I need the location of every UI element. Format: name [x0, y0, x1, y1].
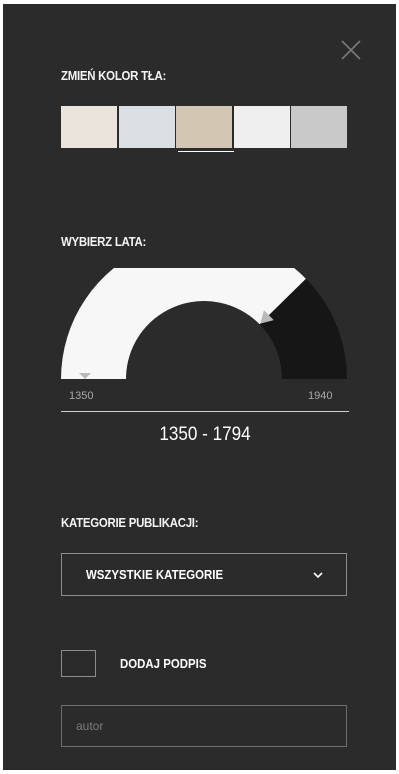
year-range-gauge[interactable]	[61, 268, 351, 388]
selected-years-value: 1350 - 1794	[159, 424, 251, 445]
swatch-3[interactable]	[176, 106, 234, 152]
swatch-1[interactable]	[61, 106, 117, 148]
author-input[interactable]	[61, 705, 347, 747]
category-select[interactable]: WSZYSTKIE KATEGORIE	[61, 553, 347, 596]
categories-label: KATEGORIE PUBLIKACJI:	[61, 515, 199, 530]
background-swatches	[61, 106, 348, 152]
signature-checkbox[interactable]	[61, 650, 96, 677]
swatch-2[interactable]	[118, 106, 175, 148]
range-min-label: 1350	[69, 390, 94, 402]
swatch-5[interactable]	[291, 106, 347, 148]
chevron-down-icon	[313, 572, 323, 579]
years-label: WYBIERZ LATA:	[61, 234, 147, 249]
range-max-label: 1940	[308, 390, 333, 402]
range-divider	[61, 411, 349, 412]
settings-panel: ZMIEŃ KOLOR TŁA: WYBIERZ LATA: 1350 1940…	[3, 4, 396, 770]
signature-checkbox-label: DODAJ PODPIS	[120, 656, 207, 671]
background-color-label: ZMIEŃ KOLOR TŁA:	[61, 68, 167, 83]
close-icon[interactable]	[339, 38, 363, 62]
swatch-4[interactable]	[233, 106, 290, 148]
category-select-value: WSZYSTKIE KATEGORIE	[86, 567, 224, 582]
